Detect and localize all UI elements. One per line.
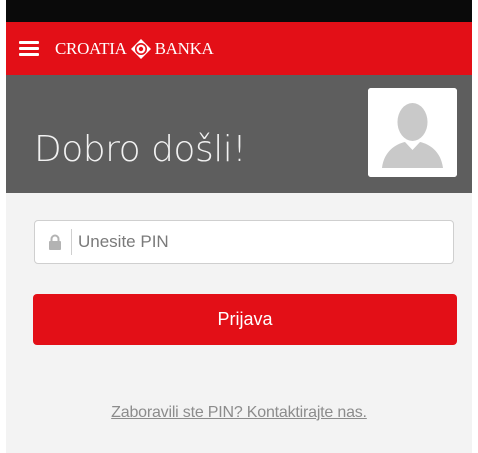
login-form: Prijava Zaboravili ste PIN? Kontaktirajt… (6, 193, 472, 453)
login-button[interactable]: Prijava (33, 294, 457, 345)
hamburger-menu-icon[interactable] (19, 40, 39, 57)
logo-text-right: BANKA (154, 38, 214, 58)
user-avatar[interactable] (368, 88, 457, 177)
field-divider (71, 229, 72, 255)
bank-logo: CROATIA BANKA (55, 38, 214, 60)
logo-mark-icon (130, 38, 151, 59)
pin-field[interactable] (34, 220, 454, 264)
avatar-placeholder-icon (368, 88, 457, 177)
pin-input[interactable] (78, 232, 438, 252)
top-app-bar: CROATIA BANKA (6, 22, 472, 75)
logo-text-left: CROATIA (55, 38, 127, 58)
lock-icon (49, 234, 61, 250)
app-screen: CROATIA BANKA Dobro došli! Prijava Zabor… (6, 0, 472, 453)
forgot-pin-link[interactable]: Zaboravili ste PIN? Kontaktirajte nas. (6, 404, 472, 422)
welcome-banner: Dobro došli! (6, 75, 472, 193)
welcome-heading: Dobro došli! (34, 129, 247, 170)
status-bar (6, 0, 472, 22)
